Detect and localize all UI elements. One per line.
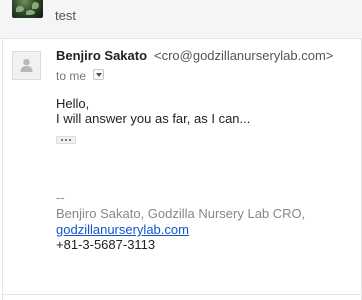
- body-greeting: Hello,: [56, 96, 90, 111]
- collapsed-snippet: test: [55, 8, 76, 23]
- divider: [3, 294, 361, 295]
- open-message: Benjiro Sakato <cro@godzillanurserylab.c…: [2, 38, 362, 300]
- collapsed-message[interactable]: test: [0, 0, 362, 39]
- signature-website-link[interactable]: godzillanurserylab.com: [56, 222, 189, 237]
- chevron-down-icon[interactable]: [93, 69, 104, 80]
- signature-phone: +81-3-5687-3113: [56, 237, 156, 252]
- person-icon: [12, 51, 41, 80]
- sender-name[interactable]: Benjiro Sakato: [56, 48, 147, 63]
- sender-avatar: [12, 0, 43, 18]
- signature-separator: --: [56, 190, 65, 205]
- signature-name: Benjiro Sakato, Godzilla Nursery Lab CRO…: [56, 206, 306, 221]
- sender-email: <cro@godzillanurserylab.com>: [154, 48, 334, 63]
- ellipsis-icon[interactable]: [56, 136, 76, 144]
- body-text: I will answer you as far, as I can...: [56, 111, 251, 126]
- recipient-label: to me: [56, 69, 87, 83]
